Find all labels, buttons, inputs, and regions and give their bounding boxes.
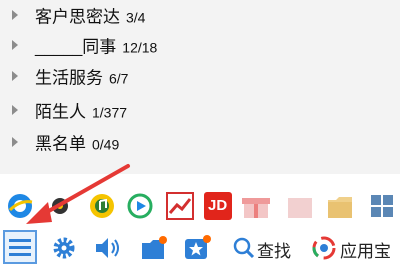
annotation-arrow <box>26 164 130 224</box>
